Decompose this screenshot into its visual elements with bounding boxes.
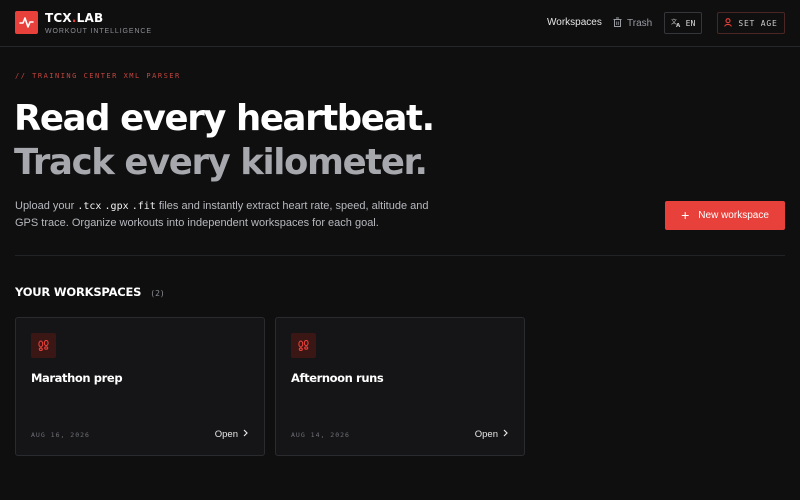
hero-description: Upload your .tcx .gpx .fit files and ins… xyxy=(15,200,429,229)
set-age-button[interactable]: SET AGE xyxy=(717,12,785,34)
open-label: Open xyxy=(474,429,498,440)
new-workspace-button[interactable]: + New workspace xyxy=(665,201,785,230)
workspace-card-marathon-prep[interactable]: Marathon prep AUG 16, 2026 Open xyxy=(15,317,265,456)
format-fit: .fit xyxy=(131,201,156,212)
nav-trash-link[interactable]: Trash xyxy=(613,17,652,30)
trash-icon xyxy=(613,17,622,30)
workspace-card-afternoon-runs[interactable]: Afternoon runs AUG 14, 2026 Open xyxy=(275,317,525,456)
workspaces-heading: YOUR WORKSPACES (2) xyxy=(15,285,165,299)
nav-trash-label: Trash xyxy=(627,18,653,29)
workspace-name: Afternoon runs xyxy=(291,371,384,385)
top-bar: TCX.LAB WORKOUT INTELLIGENCE Workspaces … xyxy=(0,0,800,47)
section-divider xyxy=(15,255,785,256)
hero-eyebrow: // TRAINING CENTER XML PARSER xyxy=(15,72,181,80)
set-age-label: SET AGE xyxy=(738,18,778,28)
brand-tagline: WORKOUT INTELLIGENCE xyxy=(45,28,152,35)
workspace-date: AUG 14, 2026 xyxy=(291,431,350,439)
plus-icon: + xyxy=(681,206,690,223)
workspace-name: Marathon prep xyxy=(31,371,123,385)
workspaces-title: YOUR WORKSPACES xyxy=(15,285,142,299)
open-workspace-button[interactable]: Open xyxy=(215,429,248,440)
new-workspace-label: New workspace xyxy=(698,210,769,221)
translate-icon: 文 A xyxy=(671,18,681,29)
chevron-right-icon xyxy=(503,429,508,440)
pulse-icon[interactable] xyxy=(15,11,38,34)
workspace-date: AUG 16, 2026 xyxy=(31,431,90,439)
format-tcx: .tcx xyxy=(77,201,102,212)
footprints-icon xyxy=(291,333,316,358)
brand-name: TCX.LAB xyxy=(45,11,104,25)
user-icon xyxy=(724,17,733,29)
language-button[interactable]: 文 A EN xyxy=(664,12,702,34)
svg-text:A: A xyxy=(676,23,681,27)
footprints-icon xyxy=(31,333,56,358)
brand[interactable]: TCX.LAB WORKOUT INTELLIGENCE xyxy=(45,11,152,36)
format-gpx: .gpx xyxy=(104,201,129,212)
headline-line-1: Read every heartbeat. xyxy=(14,98,435,139)
open-label: Open xyxy=(214,429,238,440)
workspaces-count: (2) xyxy=(150,289,165,298)
open-workspace-button[interactable]: Open xyxy=(475,429,508,440)
language-label: EN xyxy=(685,18,696,28)
nav-workspaces-link[interactable]: Workspaces xyxy=(547,17,602,28)
hero-headline: Read every heartbeat. Track every kilome… xyxy=(14,97,435,185)
headline-line-2: Track every kilometer. xyxy=(14,142,428,183)
chevron-right-icon xyxy=(243,429,248,440)
